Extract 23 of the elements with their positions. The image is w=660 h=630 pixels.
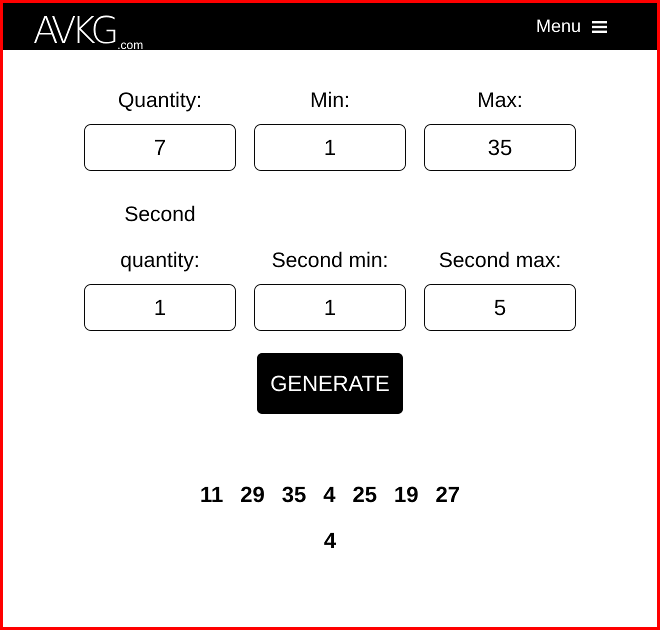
number-field[interactable]: 5 (424, 284, 576, 331)
result-number: 25 (352, 481, 377, 509)
result-number: 29 (240, 481, 265, 509)
result-number: 35 (282, 481, 306, 509)
number-field[interactable]: 1 (254, 124, 406, 171)
number-field[interactable]: 1 (254, 284, 406, 331)
menu-button[interactable]: Menu (536, 16, 607, 37)
field-label: Second quantity: (119, 202, 201, 274)
field-label: Second max: (438, 248, 562, 274)
number-field[interactable]: 7 (84, 124, 236, 171)
field-label: Max: (476, 88, 524, 114)
result-number: 11 (200, 481, 224, 509)
field-label: Min: (309, 88, 351, 114)
result-number: 19 (394, 481, 418, 509)
number-field[interactable]: 1 (84, 284, 236, 331)
result-number: 4 (323, 481, 336, 509)
field-label: Second min: (270, 248, 390, 274)
number-field[interactable]: 35 (424, 124, 576, 171)
result-number: 4 (324, 527, 336, 555)
generate-button[interactable]: GENERATE (257, 353, 403, 414)
menu-icon (592, 20, 607, 32)
result-number: 27 (435, 481, 460, 509)
field-label: Quantity: (116, 88, 204, 114)
